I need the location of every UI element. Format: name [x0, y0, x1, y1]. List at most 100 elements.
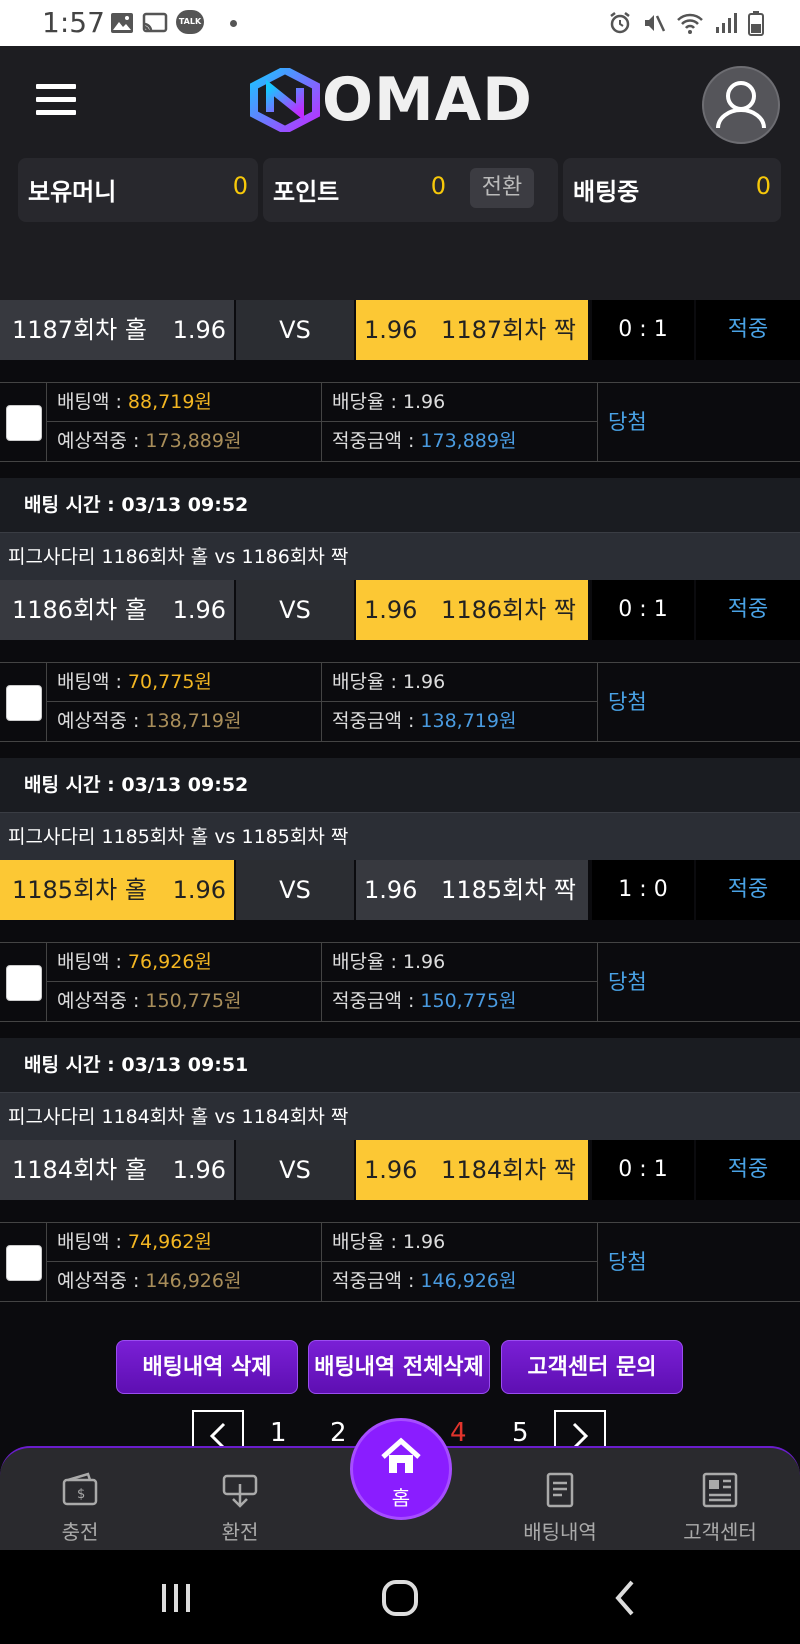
notification-dot-icon [230, 20, 237, 27]
win-amount: 138,719원 [420, 710, 517, 732]
home-button[interactable]: 홈 [350, 1418, 452, 1520]
expected-win: 150,775원 [145, 990, 242, 1012]
betting-value: 0 [755, 172, 771, 200]
delete-all-history-button[interactable]: 배팅내역 전체삭제 [308, 1340, 490, 1394]
game-title: 피그사다리 1185회차 홀 vs 1185회차 짝 [0, 812, 800, 860]
home-pick[interactable]: 1186회차 홀 1.96 [0, 580, 234, 640]
wallet-icon: $ [62, 1472, 98, 1506]
money-box: 보유머니 0 [18, 158, 258, 222]
battery-icon [748, 11, 764, 36]
status-badge: 당첨 [597, 383, 800, 461]
gallery-icon [111, 13, 133, 33]
point-label: 포인트 [273, 178, 340, 206]
bet-amount: 76,926원 [127, 951, 212, 973]
result-badge: 적중 [696, 1140, 800, 1200]
home-nav-icon[interactable] [380, 1578, 420, 1618]
page-2[interactable]: 2 [330, 1418, 347, 1448]
nomad-logo[interactable]: OMAD [250, 68, 550, 132]
avatar[interactable] [702, 66, 780, 144]
game-title: 피그사다리 1186회차 홀 vs 1186회차 짝 [0, 532, 800, 580]
status-badge: 당첨 [597, 663, 800, 741]
logo-mark-icon [250, 68, 320, 132]
nav-exchange[interactable]: 환전 [180, 1470, 300, 1545]
page-1[interactable]: 1 [270, 1418, 287, 1448]
svg-text:$: $ [77, 1487, 85, 1502]
cast-icon [142, 12, 168, 33]
menu-icon[interactable] [36, 84, 76, 116]
select-checkbox[interactable] [6, 405, 42, 441]
home-icon [381, 1437, 421, 1473]
support-inquiry-button[interactable]: 고객센터 문의 [501, 1340, 683, 1394]
page-5[interactable]: 5 [512, 1418, 529, 1448]
nav-support[interactable]: 고객센터 [660, 1470, 780, 1545]
bet-info: 배팅액 : 70,775원 배당율 : 1.96 예상적중 : 138,719원… [0, 662, 800, 742]
result-badge: 적중 [696, 860, 800, 920]
score: 0 : 1 [592, 580, 694, 640]
win-amount: 173,889원 [420, 430, 517, 452]
bet-time: 배팅 시간 : 03/13 09:52 [0, 758, 800, 812]
alarm-icon [610, 12, 630, 34]
wifi-icon [677, 13, 703, 34]
app-header: OMAD [0, 46, 800, 150]
betting-box: 배팅중 0 [563, 158, 781, 222]
select-checkbox[interactable] [6, 1245, 42, 1281]
action-buttons: 배팅내역 삭제 배팅내역 전체삭제 고객센터 문의 [0, 1340, 800, 1396]
expected-win: 173,889원 [145, 430, 242, 452]
home-pick[interactable]: 1185회차 홀 1.96 [0, 860, 234, 920]
signal-icon [716, 13, 737, 33]
back-icon[interactable] [610, 1578, 640, 1618]
win-amount: 146,926원 [420, 1270, 517, 1292]
balance-panel: 보유머니 0 포인트 0 전환 배팅중 0 [0, 150, 800, 300]
bet-time: 배팅 시간 : 03/13 09:52 [0, 478, 800, 532]
money-label: 보유머니 [28, 178, 117, 206]
expected-win: 146,926원 [145, 1270, 242, 1292]
bet-history-list: 1187회차 홀 1.96 VS 1.96 1187회차 짝 0 : 1 적중 배팅… [0, 300, 800, 1302]
result-badge: 적중 [696, 580, 800, 640]
vs-label: VS [236, 860, 354, 920]
delete-history-button[interactable]: 배팅내역 삭제 [116, 1340, 298, 1394]
withdraw-icon [222, 1474, 258, 1508]
game-row: 1185회차 홀 1.96 VS 1.96 1185회차 짝 1 : 0 적중 [0, 860, 800, 922]
select-checkbox[interactable] [6, 685, 42, 721]
status-badge: 당첨 [597, 1223, 800, 1301]
nav-charge[interactable]: $ 충전 [20, 1470, 140, 1545]
bet-amount: 70,775원 [127, 671, 212, 693]
odds-rate: 1.96 [402, 1231, 446, 1253]
kakao-talk-icon: TALK [176, 10, 204, 34]
point-box: 포인트 0 전환 [263, 158, 558, 222]
vs-label: VS [236, 580, 354, 640]
score: 1 : 0 [592, 860, 694, 920]
nav-history[interactable]: 배팅내역 [500, 1470, 620, 1545]
select-checkbox[interactable] [6, 965, 42, 1001]
recent-apps-icon[interactable] [156, 1580, 196, 1616]
newspaper-icon [702, 1472, 738, 1508]
convert-button[interactable]: 전환 [470, 168, 534, 208]
bet-info: 배팅액 : 88,719원 배당율 : 1.96 예상적중 : 173,889원… [0, 382, 800, 462]
money-value: 0 [232, 172, 248, 200]
game-title: 피그사다리 1184회차 홀 vs 1184회차 짝 [0, 1092, 800, 1140]
bet-info: 배팅액 : 76,926원 배당율 : 1.96 예상적중 : 150,775원… [0, 942, 800, 1022]
mute-icon [645, 15, 666, 32]
game-row: 1184회차 홀 1.96 VS 1.96 1184회차 짝 0 : 1 적중 [0, 1140, 800, 1202]
status-time: 1:57 [42, 6, 105, 39]
user-icon [716, 81, 766, 129]
odds-rate: 1.96 [402, 671, 446, 693]
home-pick[interactable]: 1184회차 홀 1.96 [0, 1140, 234, 1200]
away-pick[interactable]: 1.96 1187회차 짝 [356, 300, 588, 360]
away-pick[interactable]: 1.96 1186회차 짝 [356, 580, 588, 640]
odds-rate: 1.96 [402, 391, 446, 413]
point-value: 0 [430, 172, 446, 200]
win-amount: 150,775원 [420, 990, 517, 1012]
away-pick[interactable]: 1.96 1184회차 짝 [356, 1140, 588, 1200]
bet-info: 배팅액 : 74,962원 배당율 : 1.96 예상적중 : 146,926원… [0, 1222, 800, 1302]
away-pick[interactable]: 1.96 1185회차 짝 [356, 860, 588, 920]
page-4[interactable]: 4 [450, 1418, 467, 1448]
status-badge: 당첨 [597, 943, 800, 1021]
vs-label: VS [236, 300, 354, 360]
home-pick[interactable]: 1187회차 홀 1.96 [0, 300, 234, 360]
home-label: 홈 [391, 1486, 411, 1510]
score: 0 : 1 [592, 1140, 694, 1200]
bet-amount: 74,962원 [127, 1231, 212, 1253]
vs-label: VS [236, 1140, 354, 1200]
system-nav-bar [0, 1550, 800, 1644]
